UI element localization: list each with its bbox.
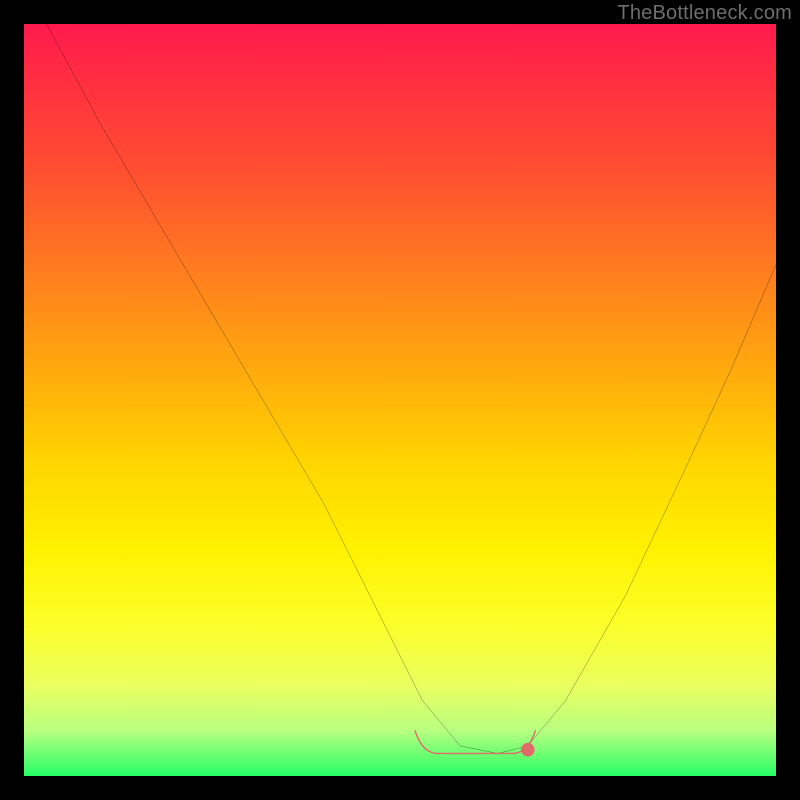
end-dot-marker bbox=[521, 743, 535, 757]
curve-svg bbox=[24, 24, 776, 776]
flat-region-marker bbox=[415, 731, 535, 754]
bottleneck-curve-path bbox=[47, 24, 776, 753]
chart-stage: TheBottleneck.com bbox=[0, 0, 800, 800]
plot-area bbox=[24, 24, 776, 776]
watermark-text: TheBottleneck.com bbox=[617, 2, 792, 25]
